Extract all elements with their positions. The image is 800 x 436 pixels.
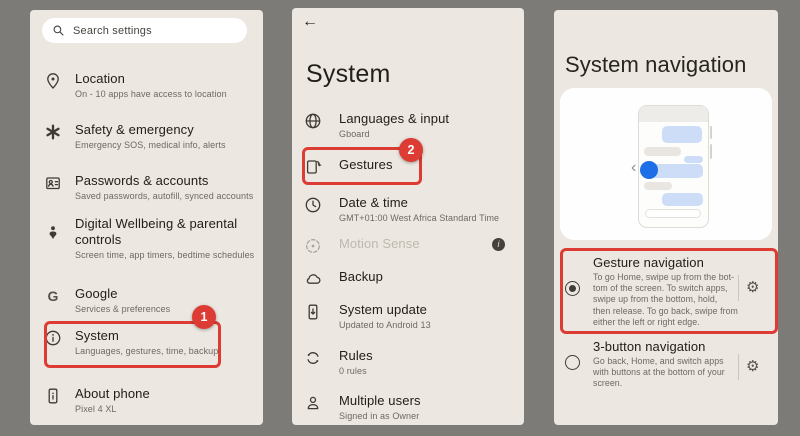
item-subtitle: Saved passwords, autofill, synced accoun… <box>75 191 254 201</box>
info-circle-icon <box>41 328 65 347</box>
system-item-rules[interactable]: Rules 0 rules <box>292 348 524 377</box>
item-subtitle: 0 rules <box>339 366 367 376</box>
settings-item-safety[interactable]: Safety & emergency Emergency SOS, medical… <box>30 122 263 151</box>
item-subtitle: Languages, gestures, time, backup <box>75 346 219 356</box>
item-subtitle: Services & preferences <box>75 304 171 314</box>
chat-bubble <box>662 193 703 206</box>
item-subtitle: Screen time, app timers, bedtime schedul… <box>75 250 255 260</box>
settings-item-location[interactable]: Location On - 10 apps have access to loca… <box>30 71 263 100</box>
gear-icon[interactable]: ⚙ <box>746 359 759 375</box>
settings-item-about-phone[interactable]: About phone Pixel 4 XL <box>30 386 263 415</box>
chat-bubble <box>644 182 672 190</box>
item-subtitle: Pixel 4 XL <box>75 404 117 414</box>
system-navigation-screen: System navigation ‹ Gesture navigation T… <box>554 10 778 425</box>
contact-card-icon <box>41 173 65 192</box>
system-item-system-update[interactable]: System update Updated to Android 13 <box>292 302 524 331</box>
item-title: Gestures <box>339 157 393 172</box>
option-description: Go back, Home, and switch apps with butt… <box>593 356 725 389</box>
option-description: To go Home, swipe up from the bot- tom o… <box>593 272 738 327</box>
item-title: System update <box>339 302 428 317</box>
item-subtitle: Emergency SOS, medical info, alerts <box>75 140 226 150</box>
radio-selected[interactable] <box>565 281 580 296</box>
phone-header <box>639 106 708 122</box>
gear-icon[interactable]: ⚙ <box>746 280 759 296</box>
item-title: Google <box>75 286 118 301</box>
option-title: Gesture navigation <box>593 255 704 270</box>
item-title: Location <box>75 71 125 86</box>
search-icon <box>53 25 64 36</box>
item-title: Multiple users <box>339 393 421 408</box>
motion-sense-icon <box>301 236 325 255</box>
page-title: System <box>306 60 391 88</box>
back-arrow-icon[interactable]: ← <box>302 13 318 31</box>
system-screen: ← System Languages & input Gboard Gesture… <box>292 8 524 425</box>
settings-item-system[interactable]: System Languages, gestures, time, backup <box>30 328 263 357</box>
phone-gesture-icon <box>301 157 325 176</box>
chat-bubble <box>644 147 681 156</box>
item-subtitle: Signed in as Owner <box>339 411 420 421</box>
settings-screen: Search settings Location On - 10 apps hav… <box>30 10 263 425</box>
system-item-multiple-users[interactable]: Multiple users Signed in as Owner <box>292 393 524 422</box>
radio-unselected[interactable] <box>565 355 580 370</box>
search-placeholder: Search settings <box>73 24 152 37</box>
location-icon <box>41 71 65 90</box>
item-subtitle: On - 10 apps have access to location <box>75 89 227 99</box>
divider <box>738 354 739 380</box>
step-badge-1: 1 <box>192 305 216 329</box>
info-filled-icon[interactable]: i <box>492 238 505 251</box>
item-title: Motion Sense <box>339 236 420 251</box>
clock-icon <box>301 195 325 214</box>
chat-bubble <box>662 126 702 143</box>
item-title: Safety & emergency <box>75 122 194 137</box>
item-title: Rules <box>339 348 373 363</box>
chat-bubble <box>684 156 703 163</box>
wellbeing-icon <box>41 216 65 242</box>
system-item-motion-sense: Motion Sense i <box>292 236 524 255</box>
phone-illustration: ‹ <box>631 105 712 228</box>
gesture-illustration-card: ‹ <box>560 88 772 240</box>
volume-button <box>709 126 712 139</box>
settings-item-passwords[interactable]: Passwords & accounts Saved passwords, aut… <box>30 173 263 202</box>
option-title: 3-button navigation <box>593 339 706 354</box>
item-title: About phone <box>75 386 150 401</box>
step-badge-2: 2 <box>399 138 423 162</box>
page-title: System navigation <box>565 52 747 77</box>
system-item-languages[interactable]: Languages & input Gboard <box>292 111 524 140</box>
globe-icon <box>301 111 325 130</box>
item-title: Backup <box>339 269 383 284</box>
divider <box>738 275 739 301</box>
phone-update-icon <box>301 302 325 321</box>
item-title: System <box>75 328 119 343</box>
phone-info-icon <box>41 386 65 405</box>
item-subtitle: GMT+01:00 West Africa Standard Time <box>339 213 500 223</box>
person-icon <box>301 393 325 412</box>
google-g-icon: G <box>47 288 59 304</box>
settings-item-google[interactable]: G Google Services & preferences <box>30 286 263 315</box>
system-item-backup[interactable]: Backup <box>292 269 524 288</box>
item-subtitle: Updated to Android 13 <box>339 320 431 330</box>
rules-sync-icon <box>301 348 325 367</box>
item-title: Date & time <box>339 195 409 210</box>
settings-item-wellbeing[interactable]: Digital Wellbeing & parental controls Scr… <box>30 216 263 261</box>
back-chevron-icon: ‹ <box>631 159 637 176</box>
item-title: Digital Wellbeing & parental controls <box>75 216 238 247</box>
power-button <box>709 144 712 159</box>
search-input[interactable]: Search settings <box>42 18 247 43</box>
gesture-back-dot <box>640 161 658 179</box>
system-item-date-time[interactable]: Date & time GMT+01:00 West Africa Standar… <box>292 195 524 224</box>
item-subtitle: Gboard <box>339 129 370 139</box>
item-title: Passwords & accounts <box>75 173 209 188</box>
message-input-bar <box>645 209 701 218</box>
item-title: Languages & input <box>339 111 450 126</box>
screenshot-stage: Search settings Location On - 10 apps hav… <box>0 0 800 436</box>
cloud-backup-icon <box>301 269 325 288</box>
medical-asterisk-icon <box>41 122 65 141</box>
